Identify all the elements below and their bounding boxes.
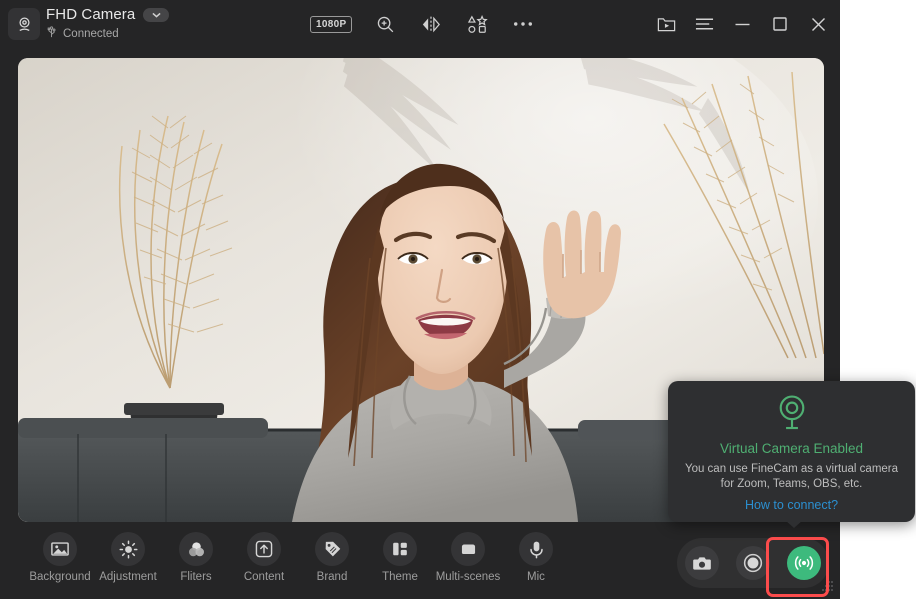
snapshot-button[interactable] xyxy=(685,546,719,580)
feature-content[interactable]: Content xyxy=(230,532,298,583)
popup-arrow xyxy=(785,520,803,528)
usb-icon xyxy=(46,25,57,43)
feature-filters[interactable]: Fliters xyxy=(162,532,230,583)
scenes-icon xyxy=(451,532,485,566)
feature-buttons: Background Adjustment xyxy=(26,532,570,583)
more-options-button[interactable] xyxy=(510,11,536,37)
zoom-in-button[interactable] xyxy=(372,11,398,37)
color-circles-icon xyxy=(179,532,213,566)
virtual-camera-icon xyxy=(774,393,810,436)
center-toolbar: 1080P xyxy=(310,11,536,37)
feature-adjustment[interactable]: Adjustment xyxy=(94,532,162,583)
close-icon[interactable] xyxy=(806,12,830,36)
popup-title: Virtual Camera Enabled xyxy=(720,441,863,456)
connection-status: Connected xyxy=(46,25,169,43)
resize-grip[interactable] xyxy=(818,578,834,592)
popup-body: You can use FineCam as a virtual camera … xyxy=(668,462,915,492)
folder-play-icon[interactable] xyxy=(654,12,678,36)
chevron-down-icon[interactable] xyxy=(143,8,169,22)
virtual-camera-popup: Virtual Camera Enabled You can use FineC… xyxy=(668,381,915,522)
image-icon xyxy=(43,532,77,566)
feature-label: Multi-scenes xyxy=(436,571,501,583)
app-window: FHD Camera Connected 1 xyxy=(0,0,840,599)
device-info: FHD Camera Connected xyxy=(46,6,169,43)
feature-brand[interactable]: Brand xyxy=(298,532,366,583)
feature-background[interactable]: Background xyxy=(26,532,94,583)
brightness-sun-icon xyxy=(111,532,145,566)
feature-multi-scenes[interactable]: Multi-scenes xyxy=(434,532,502,583)
shapes-button[interactable] xyxy=(464,11,490,37)
microphone-icon xyxy=(519,532,553,566)
feature-label: Background xyxy=(29,571,90,583)
record-button[interactable] xyxy=(736,546,770,580)
window-controls xyxy=(654,12,830,36)
feature-label: Brand xyxy=(317,571,348,583)
broadcast-button[interactable] xyxy=(787,546,821,580)
feature-label: Fliters xyxy=(180,571,211,583)
arrow-up-box-icon xyxy=(247,532,281,566)
feature-label: Adjustment xyxy=(99,571,157,583)
resolution-badge[interactable]: 1080P xyxy=(310,16,352,33)
title-bar: FHD Camera Connected 1 xyxy=(0,0,840,56)
maximize-icon[interactable] xyxy=(768,12,792,36)
layout-blocks-icon xyxy=(383,532,417,566)
feature-label: Content xyxy=(244,571,284,583)
webcam-icon xyxy=(8,8,40,40)
action-button-group xyxy=(677,538,829,588)
device-name-label: FHD Camera xyxy=(46,6,135,23)
hamburger-menu-icon[interactable] xyxy=(692,12,716,36)
mirror-button[interactable] xyxy=(418,11,444,37)
minimize-icon[interactable] xyxy=(730,12,754,36)
how-to-connect-link[interactable]: How to connect? xyxy=(745,498,838,512)
tag-icon xyxy=(315,532,349,566)
device-name-row[interactable]: FHD Camera xyxy=(46,6,169,23)
feature-mic[interactable]: Mic xyxy=(502,532,570,583)
connection-status-label: Connected xyxy=(63,28,119,40)
feature-label: Theme xyxy=(382,571,418,583)
feature-label: Mic xyxy=(527,571,545,583)
feature-theme[interactable]: Theme xyxy=(366,532,434,583)
